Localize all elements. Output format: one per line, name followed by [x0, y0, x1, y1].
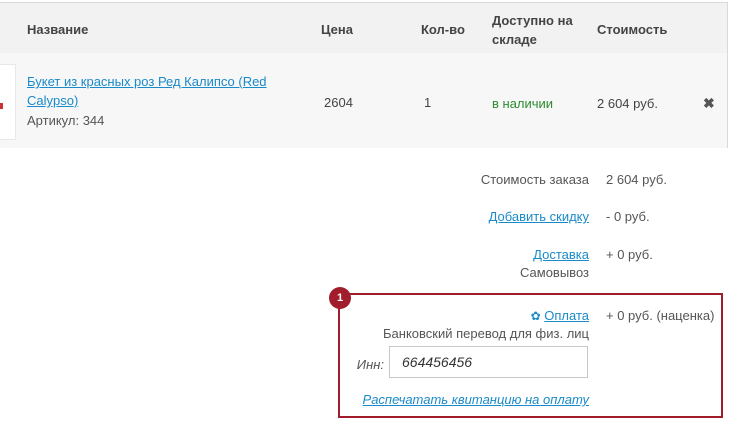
- payment-method: Банковский перевод для физ. лиц: [383, 326, 589, 341]
- product-price: 2604: [324, 95, 353, 110]
- delivery-link[interactable]: Доставка: [420, 245, 589, 264]
- order-total-value: 2 604 руб.: [606, 172, 667, 187]
- table-row: Букет из красных роз Ред Калипсо (Red Ca…: [0, 53, 727, 148]
- product-thumbnail[interactable]: [0, 64, 16, 140]
- discount-value: - 0 руб.: [606, 209, 650, 224]
- step-badge: 1: [329, 287, 351, 309]
- inn-input[interactable]: [389, 346, 588, 378]
- product-sku: Артикул: 344: [27, 113, 105, 128]
- payment-value: + 0 руб. (наценка): [606, 308, 715, 323]
- table-header: Название Цена Кол-во Доступно на складе …: [0, 3, 727, 54]
- add-discount-link[interactable]: Добавить скидку: [420, 207, 589, 226]
- availability-status: в наличии: [492, 96, 554, 111]
- payment-link[interactable]: ✿ Оплата: [420, 306, 589, 326]
- product-title-link[interactable]: Букет из красных роз Ред Калипсо (Red Ca…: [27, 72, 267, 110]
- order-total-label: Стоимость заказа: [480, 172, 589, 187]
- product-cost: 2 604 руб.: [597, 96, 658, 111]
- header-price: Цена: [321, 22, 353, 37]
- product-qty[interactable]: 1: [424, 93, 431, 112]
- delivery-value: + 0 руб.: [606, 247, 653, 262]
- gear-icon: ✿: [530, 309, 541, 323]
- remove-item-icon[interactable]: ✖: [703, 95, 715, 112]
- print-receipt-link[interactable]: Распечатать квитанцию на оплату: [340, 390, 589, 409]
- inn-label: Инн:: [356, 357, 384, 372]
- header-name: Название: [27, 22, 89, 37]
- delivery-method: Самовывоз: [520, 265, 589, 280]
- header-cost: Стоимость: [597, 22, 668, 37]
- header-available: Доступно на складе: [492, 13, 573, 47]
- header-qty: Кол-во: [421, 22, 465, 37]
- cart-table: Название Цена Кол-во Доступно на складе …: [0, 2, 728, 148]
